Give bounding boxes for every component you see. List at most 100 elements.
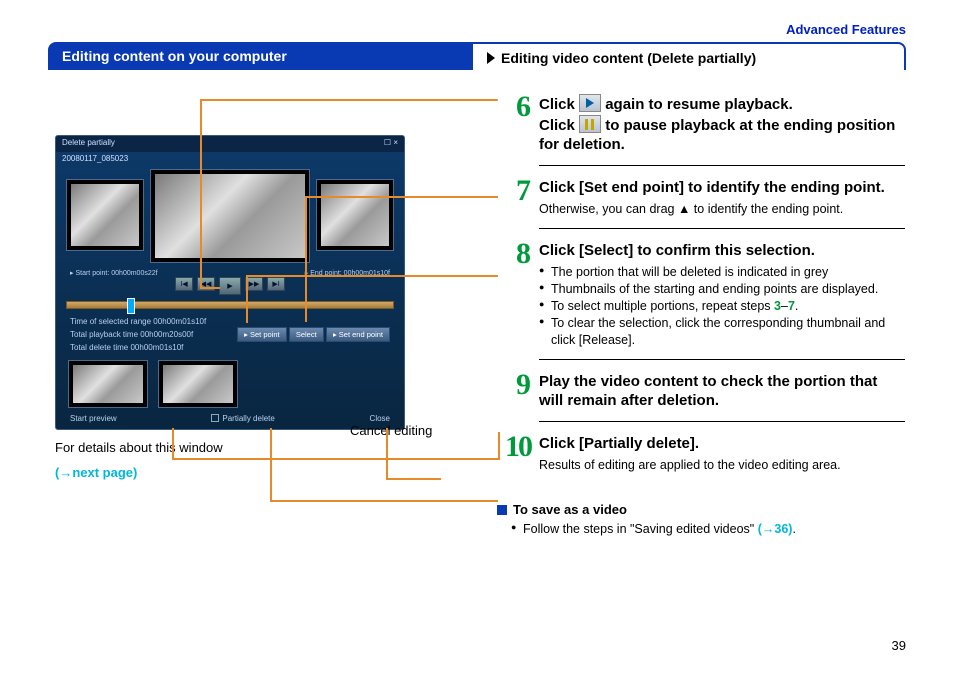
footer-heading-text: To save as a video	[513, 502, 627, 517]
start-point-text: Start point: 00h00m00s22f	[75, 270, 157, 277]
result-thumb[interactable]	[68, 360, 148, 408]
step-divider	[539, 421, 905, 422]
triangle-icon	[487, 52, 495, 64]
skip-back-button[interactable]: I◀	[175, 277, 193, 291]
footer-heading: To save as a video	[497, 502, 905, 517]
window-title: Delete partially	[62, 138, 115, 150]
next-page-link[interactable]: (→next page)	[55, 465, 415, 480]
bullet: The portion that will be deleted is indi…	[539, 264, 905, 281]
app-titlebar: Delete partially ☐ ×	[56, 136, 404, 152]
step-divider	[539, 359, 905, 360]
connector-line	[498, 432, 500, 460]
text-frag: Click	[539, 96, 579, 113]
right-column: 6 Click again to resume playback. Click …	[495, 92, 905, 538]
footer-note: To save as a video Follow the steps in "…	[497, 502, 905, 538]
step-title: Click again to resume playback. Click to…	[539, 94, 905, 155]
result-thumb[interactable]	[158, 360, 238, 408]
step-9: 9 Play the video content to check the po…	[495, 370, 905, 411]
total-playback-text: Total playback time 00h00m20s00f	[70, 330, 193, 339]
thumb-image	[155, 174, 305, 258]
step-number: 7	[495, 176, 531, 218]
partially-delete-label: Partially delete	[222, 414, 274, 423]
close-button[interactable]: Close	[370, 414, 390, 423]
connector-line	[200, 99, 498, 101]
skip-forward-button[interactable]: ▶I	[267, 277, 285, 291]
thumb-image	[163, 365, 233, 403]
step-6: 6 Click again to resume playback. Click …	[495, 92, 905, 155]
preview-end-thumb[interactable]	[316, 179, 394, 251]
step-title: Click [Partially delete].	[539, 434, 905, 454]
caption-text: For details about this window	[55, 440, 415, 455]
playback-controls: I◀ ◀◀ ▶ ▶▶ ▶I	[56, 277, 404, 295]
text-frag: To select multiple portions, repeat step…	[551, 299, 774, 313]
step-title: Play the video content to check the port…	[539, 372, 905, 411]
set-point-button[interactable]: ▸ Set point	[237, 327, 286, 342]
play-button[interactable]: ▶	[219, 277, 241, 295]
connector-line	[270, 428, 272, 500]
step-divider	[539, 228, 905, 229]
start-point-label: ▸ Start point: 00h00m00s22f	[70, 269, 158, 277]
set-end-point-button[interactable]: ▸ Set end point	[326, 327, 390, 342]
step-number: 10	[495, 432, 531, 474]
step-ref: 7	[788, 299, 795, 313]
connector-line	[200, 287, 220, 289]
text-frag: –	[781, 299, 788, 313]
step-number: 9	[495, 370, 531, 411]
bullet: Follow the steps in "Saving edited video…	[511, 521, 905, 538]
timeline-thumb-icon[interactable]	[127, 298, 135, 314]
bullet: To select multiple portions, repeat step…	[539, 298, 905, 315]
time-selected-text: Time of selected range 00h00m01s10f	[70, 317, 206, 326]
cancel-editing-label: Cancel editing	[350, 423, 432, 438]
window-controls[interactable]: ☐ ×	[384, 138, 398, 150]
text-frag: .	[792, 522, 795, 536]
step-title: Click [Select] to confirm this selection…	[539, 241, 905, 261]
page-number: 39	[892, 638, 906, 653]
bullet: To clear the selection, click the corres…	[539, 315, 905, 349]
page-ref-link[interactable]: (→36)	[758, 522, 793, 536]
date-label: 20080117_085023	[56, 152, 404, 165]
pause-icon	[579, 115, 601, 133]
partially-delete-button[interactable]: Partially delete	[211, 414, 274, 423]
text-frag: Follow the steps in "Saving edited video…	[523, 522, 758, 536]
preview-main[interactable]	[150, 169, 310, 263]
total-delete-text: Total delete time 00h00m01s10f	[70, 343, 183, 352]
bottom-bar: Start preview Partially delete Close	[56, 414, 404, 423]
select-button[interactable]: Select	[289, 327, 324, 342]
text-frag: .	[795, 299, 798, 313]
step-ref: 3	[774, 299, 781, 313]
title-left: Editing content on your computer	[48, 42, 473, 70]
step-7: 7 Click [Set end point] to identify the …	[495, 176, 905, 218]
preview-start-thumb[interactable]	[66, 179, 144, 251]
thumb-image	[73, 365, 143, 403]
play-icon	[579, 94, 601, 112]
text-frag: again to resume playback.	[601, 96, 793, 113]
connector-line	[305, 196, 307, 322]
section-header: Advanced Features	[786, 22, 906, 37]
thumb-image	[71, 184, 139, 246]
preview-row	[56, 165, 404, 267]
title-bar: Editing content on your computer Editing…	[48, 42, 906, 70]
step-number: 8	[495, 239, 531, 349]
step-8: 8 Click [Select] to confirm this selecti…	[495, 239, 905, 349]
step-title: Click [Set end point] to identify the en…	[539, 178, 905, 198]
title-right: Editing video content (Delete partially)	[473, 42, 906, 70]
connector-line	[246, 275, 248, 323]
start-preview-button[interactable]: Start preview	[70, 414, 117, 423]
timeline-bar[interactable]	[66, 301, 394, 309]
step-subtext: Otherwise, you can drag ▲ to identify th…	[539, 201, 905, 218]
link-text: (→next page)	[55, 465, 137, 480]
title-right-text: Editing video content (Delete partially)	[501, 50, 756, 66]
connector-line	[172, 428, 174, 458]
total-playback-line: Total playback time 00h00m20s00f ▸ Set p…	[56, 328, 404, 341]
footer-bullets: Follow the steps in "Saving edited video…	[511, 521, 905, 538]
square-icon	[497, 505, 507, 515]
connector-line	[305, 196, 498, 198]
connector-line	[270, 500, 498, 502]
step-divider	[539, 165, 905, 166]
bottom-thumbs	[56, 354, 404, 414]
text-frag: Click	[539, 117, 579, 134]
total-delete-line: Total delete time 00h00m01s10f	[56, 341, 404, 354]
app-window: Delete partially ☐ × 20080117_085023 ▸ S…	[55, 135, 405, 430]
connector-line	[386, 428, 388, 478]
bullet: Thumbnails of the starting and ending po…	[539, 281, 905, 298]
